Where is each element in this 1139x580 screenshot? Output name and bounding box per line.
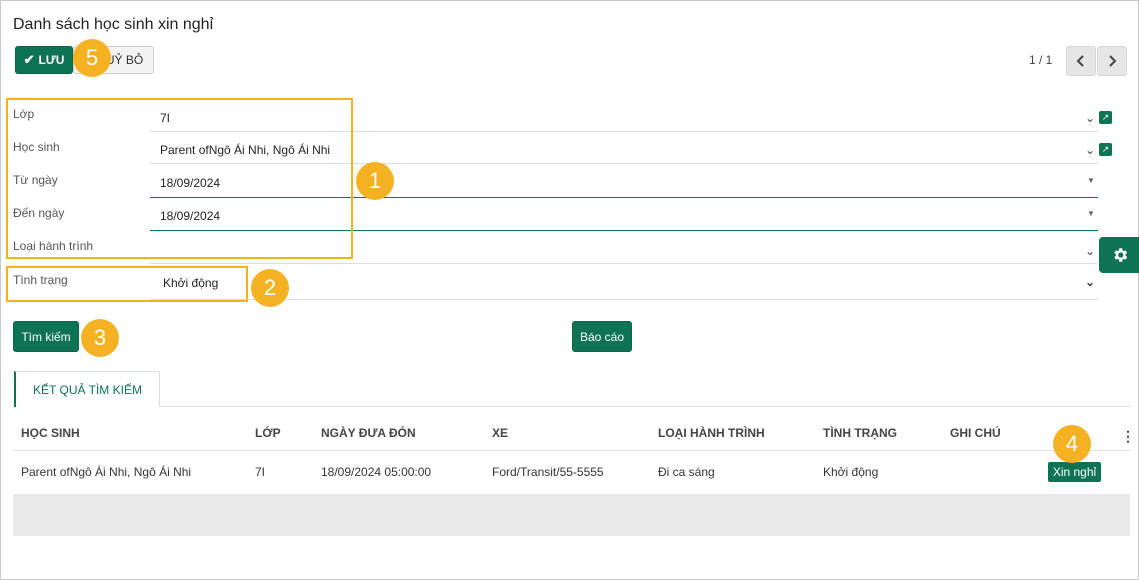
gear-icon[interactable] [1099,237,1139,273]
col-header-pickup-date[interactable]: NGÀY ĐƯA ĐÓN [321,426,416,440]
header-divider [13,450,1130,451]
annotation-badge-2: 2 [251,269,289,307]
annotation-badge-4: 4 [1053,425,1091,463]
caret-down-icon[interactable]: ▼ [1087,176,1095,185]
caret-down-icon[interactable]: ▼ [1087,209,1095,218]
app-window: Danh sách học sinh xin nghỉ UỶ BỎ ✔ LƯU … [0,0,1139,580]
chevron-down-icon[interactable]: ⌄ [1085,244,1095,258]
request-leave-button[interactable]: Xin nghỉ [1048,462,1101,482]
tab-search-results[interactable]: KẾT QUẢ TÌM KIẾM [14,371,160,407]
cell-vehicle: Ford/Transit/55-5555 [492,465,604,479]
cell-route-type: Đi ca sáng [658,465,715,479]
chevron-down-icon[interactable]: ⌄ [1085,143,1095,157]
cell-class: 7I [255,465,266,479]
pager-text: 1 / 1 [1029,53,1053,67]
col-header-route-type[interactable]: LOẠI HÀNH TRÌNH [658,426,765,440]
highlight-box-status [6,266,248,302]
annotation-badge-3: 3 [81,319,119,357]
pager-prev-button[interactable] [1066,46,1096,76]
report-button-label: Báo cáo [579,329,625,344]
kebab-icon[interactable]: ⋮ [1121,428,1135,445]
cancel-button-label: UỶ BỎ [105,53,144,67]
search-button[interactable]: Tìm kiếm [13,321,79,352]
report-button[interactable]: Báo cáo [572,321,632,352]
route-type-underline [150,263,1098,264]
col-header-vehicle[interactable]: XE [492,426,508,440]
check-icon: ✔ [23,52,35,67]
status-underline [150,299,1098,300]
save-button-label: LƯU [38,53,65,67]
external-link-icon[interactable]: ↗ [1099,111,1112,124]
tab-divider [160,406,1130,407]
col-header-status[interactable]: TÌNH TRẠNG [823,426,897,440]
col-header-note[interactable]: GHI CHÚ [950,426,1001,440]
settings-gear-icon [1113,248,1127,262]
col-header-class[interactable]: LỚP [255,426,281,440]
chevron-right-icon [1109,55,1117,67]
chevron-left-icon [1076,55,1084,67]
search-button-label: Tìm kiếm [21,329,71,344]
annotation-badge-5: 5 [73,39,111,77]
external-link-icon[interactable]: ↗ [1099,143,1112,156]
tab-label: KẾT QUẢ TÌM KIẾM [33,382,142,397]
highlight-box-filters [6,98,353,259]
col-header-student[interactable]: HỌC SINH [21,426,80,440]
page-title: Danh sách học sinh xin nghỉ [13,16,214,33]
chevron-down-icon[interactable]: ⌄ [1085,275,1095,289]
pager-next-button[interactable] [1097,46,1127,76]
table-footer-band [13,494,1130,536]
cell-status: Khởi động [823,465,879,479]
cell-pickup-date: 18/09/2024 05:00:00 [321,465,432,479]
save-button[interactable]: ✔ LƯU [15,46,73,74]
cell-student: Parent ofNgô Ái Nhi, Ngô Ái Nhi [21,465,192,479]
chevron-down-icon[interactable]: ⌄ [1085,111,1095,125]
annotation-badge-1: 1 [356,162,394,200]
